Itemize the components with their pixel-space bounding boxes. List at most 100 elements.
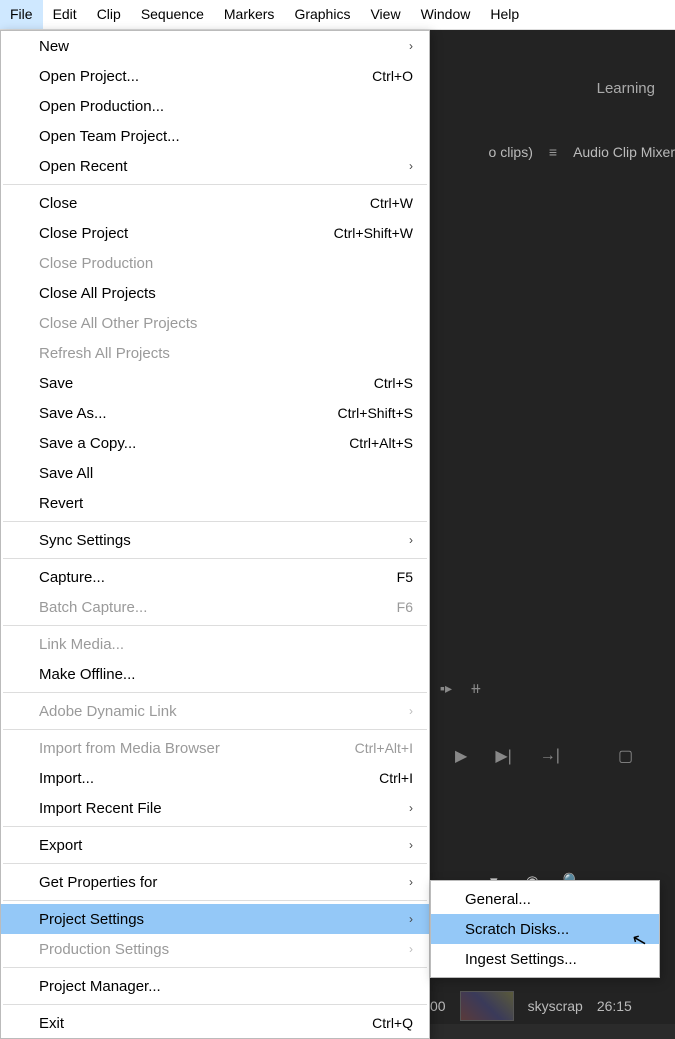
menu-item-label: Exit bbox=[39, 1015, 372, 1032]
menu-item-open-recent[interactable]: Open Recent› bbox=[1, 151, 429, 181]
file-menu-dropdown: New›Open Project...Ctrl+OOpen Production… bbox=[0, 30, 430, 1039]
menu-item-label: Make Offline... bbox=[39, 666, 413, 683]
menubar-item-clip[interactable]: Clip bbox=[87, 0, 131, 29]
menu-item-label: Save a Copy... bbox=[39, 435, 349, 452]
panel-header: o clips) ≡ Audio Clip Mixer bbox=[489, 140, 675, 164]
menu-item-shortcut: Ctrl+Alt+S bbox=[349, 435, 413, 451]
clip-thumbnail[interactable] bbox=[460, 991, 514, 1021]
menu-item-shortcut: Ctrl+O bbox=[372, 68, 413, 84]
menu-item-shortcut: Ctrl+Shift+S bbox=[338, 405, 413, 421]
menu-item-open-production[interactable]: Open Production... bbox=[1, 91, 429, 121]
bin-item-row: 00 skyscrap 26:15 bbox=[430, 988, 632, 1024]
submenu-arrow-icon: › bbox=[399, 942, 413, 956]
step-forward-icon[interactable]: ▶| bbox=[495, 746, 511, 766]
menu-item-shortcut: Ctrl+Q bbox=[372, 1015, 413, 1031]
submenu-item-scratch-disks[interactable]: Scratch Disks... bbox=[431, 914, 659, 944]
menu-item-export[interactable]: Export› bbox=[1, 830, 429, 860]
menubar: FileEditClipSequenceMarkersGraphicsViewW… bbox=[0, 0, 675, 30]
submenu-item-ingest-settings[interactable]: Ingest Settings... bbox=[431, 944, 659, 974]
play-icon[interactable]: ▶ bbox=[455, 746, 467, 766]
export-frame-icon[interactable]: ▢ bbox=[618, 746, 633, 766]
menubar-item-graphics[interactable]: Graphics bbox=[284, 0, 360, 29]
menu-item-label: Close All Projects bbox=[39, 285, 413, 302]
menu-item-label: Batch Capture... bbox=[39, 599, 397, 616]
menu-item-link-media: Link Media... bbox=[1, 629, 429, 659]
menu-separator bbox=[3, 900, 427, 901]
menu-item-save[interactable]: SaveCtrl+S bbox=[1, 368, 429, 398]
menu-item-open-team-project[interactable]: Open Team Project... bbox=[1, 121, 429, 151]
marker-in-icon[interactable]: ▪▸ bbox=[440, 680, 452, 697]
menu-item-label: Export bbox=[39, 837, 399, 854]
menu-item-get-properties-for[interactable]: Get Properties for› bbox=[1, 867, 429, 897]
panel-menu-icon[interactable]: ≡ bbox=[549, 145, 557, 159]
menu-item-refresh-all-projects: Refresh All Projects bbox=[1, 338, 429, 368]
menu-item-label: Project Manager... bbox=[39, 978, 413, 995]
menu-item-capture[interactable]: Capture...F5 bbox=[1, 562, 429, 592]
menu-item-import[interactable]: Import...Ctrl+I bbox=[1, 763, 429, 793]
menu-item-new[interactable]: New› bbox=[1, 31, 429, 61]
menu-item-shortcut: Ctrl+W bbox=[370, 195, 413, 211]
submenu-arrow-icon: › bbox=[399, 533, 413, 547]
menu-item-project-manager[interactable]: Project Manager... bbox=[1, 971, 429, 1001]
menu-item-open-project[interactable]: Open Project...Ctrl+O bbox=[1, 61, 429, 91]
submenu-arrow-icon: › bbox=[399, 875, 413, 889]
clip-name: skyscrap bbox=[528, 998, 583, 1014]
menu-separator bbox=[3, 625, 427, 626]
menubar-item-view[interactable]: View bbox=[360, 0, 410, 29]
menubar-item-file[interactable]: File bbox=[0, 0, 43, 29]
menu-item-project-settings[interactable]: Project Settings› bbox=[1, 904, 429, 934]
menu-item-save-as[interactable]: Save As...Ctrl+Shift+S bbox=[1, 398, 429, 428]
menubar-item-edit[interactable]: Edit bbox=[43, 0, 87, 29]
menu-item-save-all[interactable]: Save All bbox=[1, 458, 429, 488]
menu-item-label: Open Production... bbox=[39, 98, 413, 115]
menu-separator bbox=[3, 1004, 427, 1005]
menu-item-label: Open Team Project... bbox=[39, 128, 413, 145]
submenu-arrow-icon: › bbox=[399, 39, 413, 53]
menu-item-label: Open Recent bbox=[39, 158, 399, 175]
menu-item-close-project[interactable]: Close ProjectCtrl+Shift+W bbox=[1, 218, 429, 248]
menu-item-label: Get Properties for bbox=[39, 874, 399, 891]
menu-item-sync-settings[interactable]: Sync Settings› bbox=[1, 525, 429, 555]
menu-item-label: Import Recent File bbox=[39, 800, 399, 817]
menu-item-close-production: Close Production bbox=[1, 248, 429, 278]
menu-separator bbox=[3, 184, 427, 185]
menu-item-label: New bbox=[39, 38, 399, 55]
workspace-tab-learning[interactable]: Learning bbox=[597, 80, 655, 97]
menu-separator bbox=[3, 729, 427, 730]
menu-item-shortcut: Ctrl+I bbox=[379, 770, 413, 786]
menubar-item-help[interactable]: Help bbox=[480, 0, 529, 29]
menu-item-label: Import from Media Browser bbox=[39, 740, 355, 757]
menu-item-close[interactable]: CloseCtrl+W bbox=[1, 188, 429, 218]
menu-item-label: Link Media... bbox=[39, 636, 413, 653]
menu-item-label: Open Project... bbox=[39, 68, 372, 85]
submenu-arrow-icon: › bbox=[399, 159, 413, 173]
menu-item-import-recent-file[interactable]: Import Recent File› bbox=[1, 793, 429, 823]
menu-item-shortcut: Ctrl+Shift+W bbox=[334, 225, 413, 241]
menu-separator bbox=[3, 692, 427, 693]
marker-add-icon[interactable]: ⧺ bbox=[470, 680, 482, 697]
menu-item-label: Save bbox=[39, 375, 374, 392]
menu-item-close-all-projects[interactable]: Close All Projects bbox=[1, 278, 429, 308]
menu-item-label: Sync Settings bbox=[39, 532, 399, 549]
menu-separator bbox=[3, 967, 427, 968]
menubar-item-markers[interactable]: Markers bbox=[214, 0, 285, 29]
panel-clips-label: o clips) bbox=[489, 140, 533, 164]
menubar-item-window[interactable]: Window bbox=[411, 0, 481, 29]
menu-item-save-a-copy[interactable]: Save a Copy...Ctrl+Alt+S bbox=[1, 428, 429, 458]
clip-duration: 26:15 bbox=[597, 998, 632, 1014]
menu-item-revert[interactable]: Revert bbox=[1, 488, 429, 518]
submenu-item-label: Ingest Settings... bbox=[465, 951, 641, 968]
menu-item-label: Project Settings bbox=[39, 911, 399, 928]
submenu-item-general[interactable]: General... bbox=[431, 884, 659, 914]
insert-icon[interactable]: →| bbox=[540, 747, 560, 765]
menu-item-label: Capture... bbox=[39, 569, 397, 586]
submenu-arrow-icon: › bbox=[399, 801, 413, 815]
submenu-arrow-icon: › bbox=[399, 704, 413, 718]
menu-item-label: Close bbox=[39, 195, 370, 212]
menu-item-import-from-media-browser: Import from Media BrowserCtrl+Alt+I bbox=[1, 733, 429, 763]
menu-item-shortcut: F6 bbox=[397, 599, 413, 615]
menubar-item-sequence[interactable]: Sequence bbox=[131, 0, 214, 29]
menu-item-exit[interactable]: ExitCtrl+Q bbox=[1, 1008, 429, 1038]
panel-audio-mixer-tab[interactable]: Audio Clip Mixer bbox=[573, 140, 675, 164]
menu-item-make-offline[interactable]: Make Offline... bbox=[1, 659, 429, 689]
